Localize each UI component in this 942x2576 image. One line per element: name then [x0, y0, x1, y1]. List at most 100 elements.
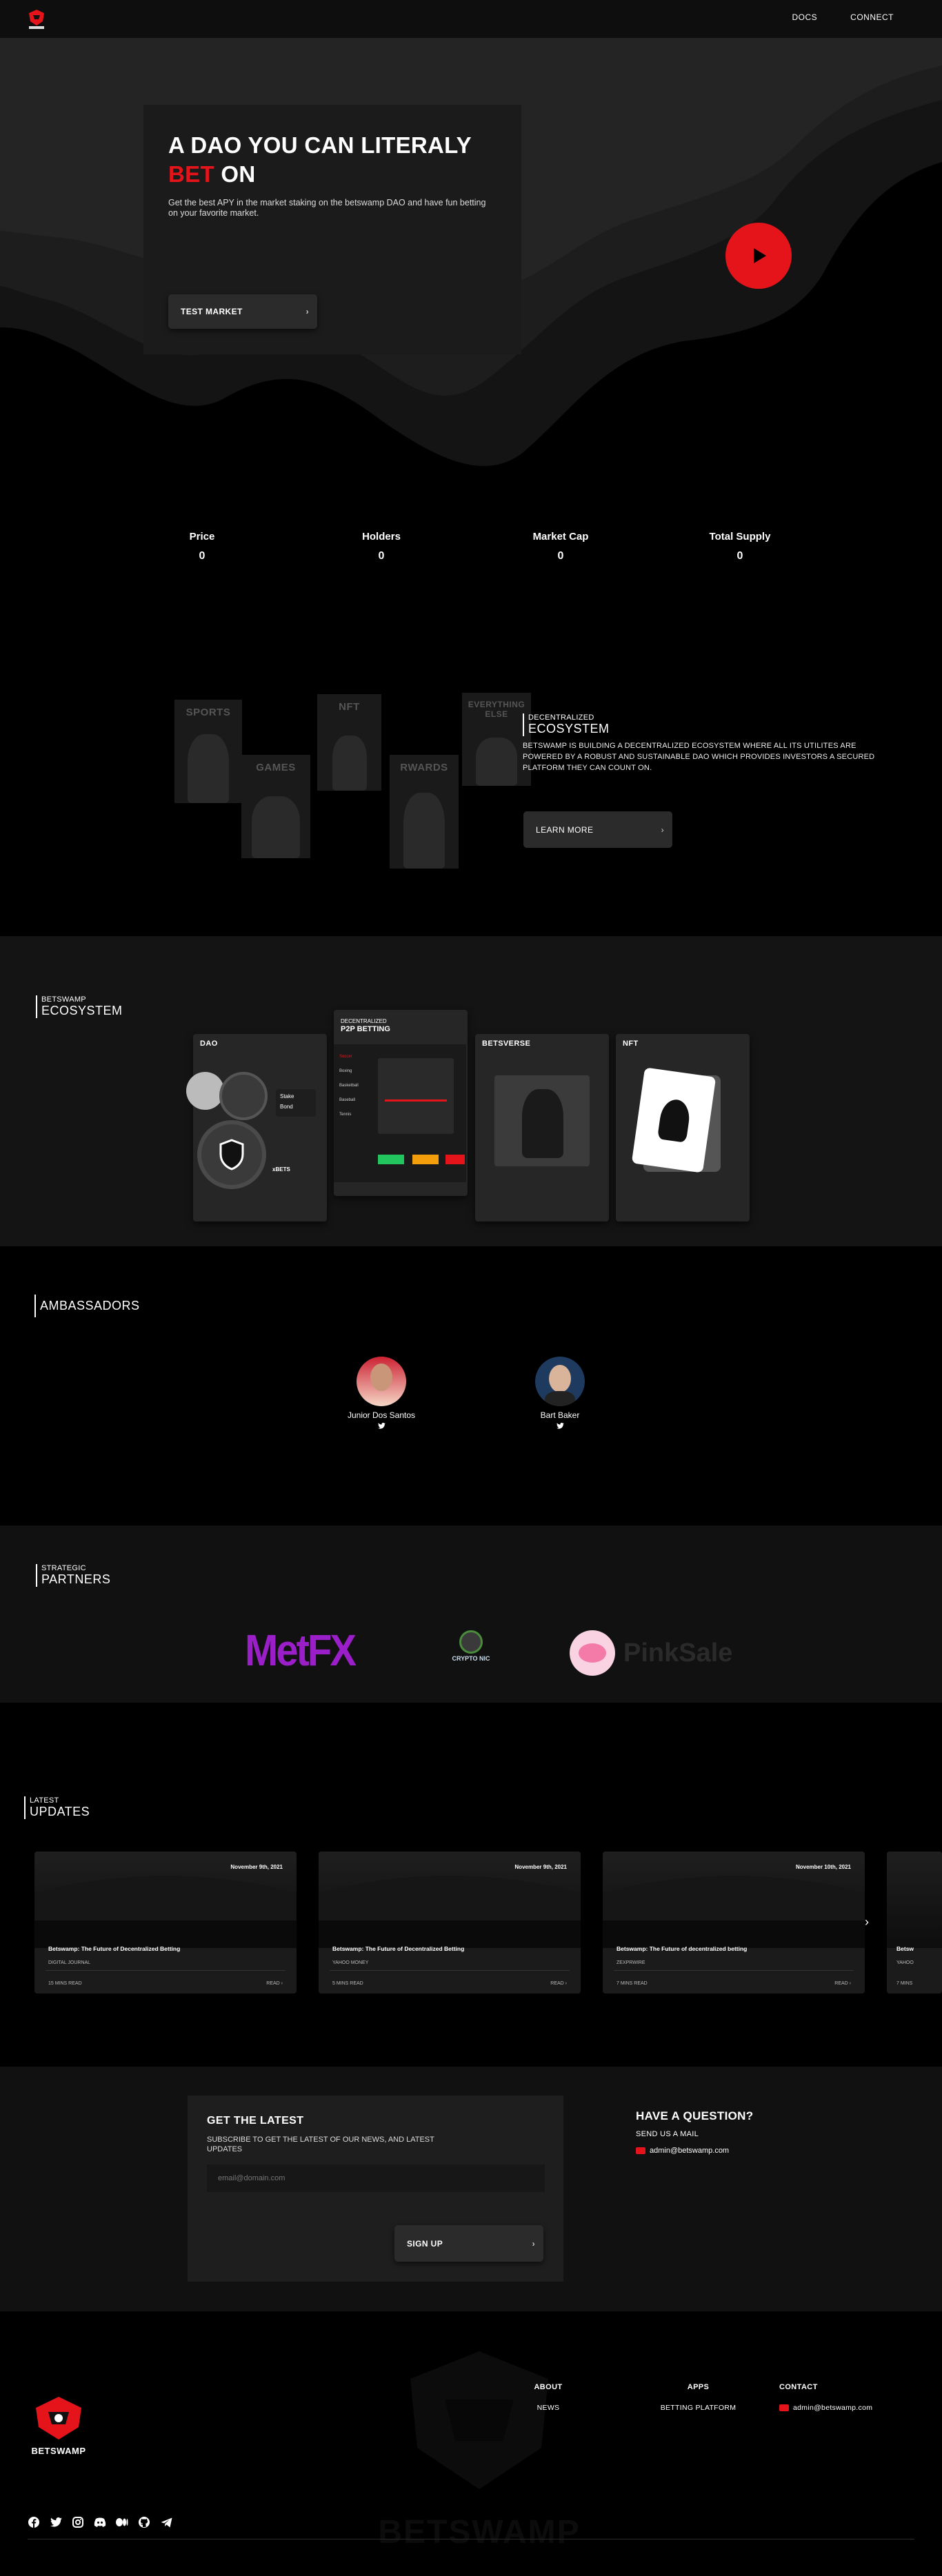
footer-heading: APPS [687, 2383, 710, 2391]
ecosystem-panels-section: BETSWAMP ECOSYSTEM DAO Stake Bond xBETS … [0, 936, 942, 1246]
telegram-icon[interactable] [160, 2516, 172, 2528]
hero-card: A DAO YOU CAN LITERALY BET ON Get the be… [143, 105, 521, 354]
nav-connect[interactable]: CONNECT [850, 12, 894, 22]
sidebar-item: Soccer [339, 1055, 352, 1059]
avatar [357, 1357, 406, 1406]
betsverse-panel[interactable]: BETSVERSE [475, 1034, 609, 1221]
question-block: HAVE A QUESTION? SEND US A MAIL admin@be… [636, 2109, 753, 2155]
footer-contact-email[interactable]: admin@betswamp.com [779, 2404, 872, 2412]
question-subtitle: SEND US A MAIL [636, 2130, 699, 2138]
footer-heading: CONTACT [779, 2383, 818, 2391]
carousel-next-button[interactable]: › [865, 1915, 869, 1929]
partner-metfx-logo[interactable]: MetFX [245, 1625, 357, 1676]
ambassador-card: Junior Dos Santos [330, 1357, 433, 1429]
hero-title-bet: BET [168, 161, 214, 187]
rewards-figure [403, 793, 445, 869]
tile-games: GAMES [241, 755, 310, 858]
bond-label: Bond [280, 1104, 293, 1110]
social-links [28, 2516, 172, 2528]
partner-pinksale-logo[interactable]: PinkSale [570, 1630, 732, 1676]
footer-link-betting-platform[interactable]: BETTING PLATFORM [655, 2404, 741, 2412]
nav-docs[interactable]: DOCS [792, 12, 817, 22]
ambassador-name: Junior Dos Santos [347, 1410, 416, 1420]
everything-figure [476, 738, 517, 786]
sidebar-item: Boxing [339, 1069, 352, 1073]
updates-heading: LATEST UPDATES [24, 1796, 90, 1819]
news-card[interactable]: November 10th, 2021 Betswamp: The Future… [603, 1852, 865, 1994]
bet-yes-button [378, 1155, 404, 1164]
card-source: YAHOO [896, 1960, 914, 1965]
card-title: Betswamp: The Future of Decentralized Be… [332, 1945, 465, 1952]
read-label: READ [834, 1981, 848, 1986]
betsverse-figure [522, 1089, 563, 1158]
footer-link-news[interactable]: NEWS [531, 2404, 565, 2412]
stat-label: Price [189, 531, 215, 542]
email-field[interactable] [207, 2164, 545, 2192]
question-title: HAVE A QUESTION? [636, 2109, 754, 2122]
stat-holders: Holders 0 [326, 531, 437, 562]
crypto-nic-avatar [459, 1630, 483, 1654]
sports-sidebar: Soccer Boxing Basketball Baseball Tennis [339, 1050, 372, 1122]
ecosystem-heading: BETSWAMP ECOSYSTEM [36, 995, 123, 1018]
twitter-icon[interactable] [377, 1423, 385, 1429]
read-link[interactable]: READ › [834, 1981, 851, 1986]
page: DOCS CONNECT A DAO YOU CAN LITERALY BET … [0, 0, 942, 2576]
test-market-button[interactable]: TEST MARKET › [168, 294, 317, 329]
nft-panel[interactable]: NFT [616, 1034, 750, 1221]
dao-panel[interactable]: DAO Stake Bond xBETS [179, 1034, 327, 1221]
play-video-button[interactable] [725, 223, 792, 289]
partners-section: STRATEGIC PARTNERS MetFX CRYPTO NIC Pink… [0, 1525, 942, 1703]
betsverse-image [494, 1075, 590, 1166]
contact-email-link[interactable]: admin@betswamp.com [636, 2147, 753, 2155]
instagram-icon[interactable] [72, 2516, 84, 2528]
stat-label: Total Supply [709, 531, 771, 542]
twitter-icon[interactable] [556, 1423, 564, 1429]
newsletter-subtitle: SUBSCRIBE TO GET THE LATEST OF OUR NEWS,… [207, 2136, 434, 2153]
divider [46, 1970, 285, 1971]
sidebar-item: Tennis [339, 1113, 352, 1117]
tile-label: SPORTS [186, 707, 231, 718]
panel-title: NFT [623, 1039, 639, 1048]
heading: UPDATES [30, 1805, 90, 1818]
card-title: Betsw [896, 1945, 914, 1952]
discord-icon[interactable] [94, 2516, 106, 2528]
news-card[interactable]: November 9th, 2021 Betswamp: The Future … [34, 1852, 297, 1994]
tile-sports: SPORTS [174, 700, 242, 803]
read-link[interactable]: READ › [550, 1981, 567, 1986]
card-title: Betswamp: The Future of decentralized be… [617, 1945, 748, 1952]
tile-label: EVERYTHING ELSE [468, 700, 525, 719]
card-date: November 9th, 2021 [230, 1864, 283, 1870]
top-nav-bar: DOCS CONNECT [0, 0, 942, 38]
footer-logo[interactable]: BETSWAMP [28, 2394, 90, 2456]
tile-rewards: RWARDS [390, 755, 459, 869]
news-card[interactable]: November 9th, 2021 Betswamp: The Future … [319, 1852, 581, 1994]
learn-more-button[interactable]: LEARN MORE › [523, 811, 672, 848]
github-icon[interactable] [138, 2516, 150, 2528]
tile-label: RWARDS [400, 762, 448, 773]
tile-label: GAMES [256, 762, 296, 773]
card-read-time: 7 MINS READ [617, 1981, 648, 1986]
token-stats: Price 0 Holders 0 Market Cap 0 Total Sup… [0, 524, 942, 593]
twitter-icon[interactable] [50, 2516, 62, 2528]
pinksale-icon [570, 1630, 615, 1676]
partner-crypto-nic-logo[interactable]: CRYPTO NIC [448, 1630, 494, 1673]
medium-icon[interactable] [116, 2516, 128, 2528]
p2p-betting-panel[interactable]: DECENTRALIZED P2P BETTING Soccer Boxing … [334, 1010, 468, 1196]
newsletter-title: GET THE LATEST [207, 2115, 304, 2127]
news-card-partial[interactable]: Betsw YAHOO 7 MINS [887, 1852, 942, 1994]
facebook-icon[interactable] [28, 2516, 40, 2528]
token-icon [219, 1072, 268, 1120]
read-link[interactable]: READ › [266, 1981, 283, 1986]
stat-value: 0 [378, 550, 385, 562]
nav-links: DOCS CONNECT [792, 12, 894, 22]
stat-label: Market Cap [532, 531, 589, 542]
eyebrow: DECENTRALIZED [341, 1018, 387, 1024]
eyebrow: DECENTRALIZED [528, 713, 594, 722]
footer-email: admin@betswamp.com [793, 2404, 873, 2412]
card-source: DIGITAL JOURNAL [48, 1960, 91, 1965]
partners-heading: STRATEGIC PARTNERS [36, 1564, 110, 1587]
sign-up-button[interactable]: SIGN UP › [394, 2225, 543, 2262]
betswamp-logo[interactable] [26, 8, 47, 31]
read-label: READ [550, 1981, 564, 1986]
eyebrow: BETSWAMP [41, 995, 86, 1004]
